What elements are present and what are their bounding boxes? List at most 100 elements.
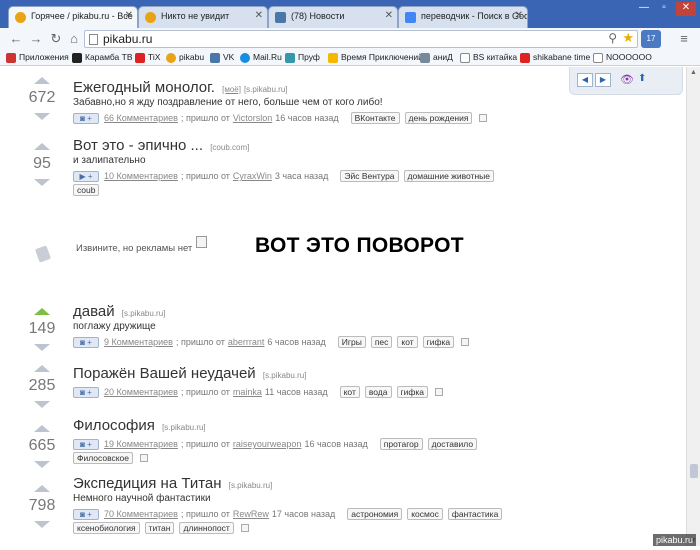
bookmark-pruf[interactable]: Пруф bbox=[285, 52, 320, 63]
tag[interactable]: день рождения bbox=[404, 112, 473, 124]
tag[interactable]: вода bbox=[364, 386, 392, 398]
author-link[interactable]: mainka bbox=[233, 387, 262, 397]
comments-link[interactable]: 20 Комментариев bbox=[104, 387, 178, 397]
back-icon[interactable]: ← bbox=[8, 31, 24, 47]
address-bar[interactable]: pikabu.ru ⚲ ★ bbox=[84, 30, 638, 48]
tag[interactable]: космос bbox=[407, 508, 443, 520]
downvote-icon[interactable] bbox=[34, 401, 50, 408]
tag[interactable]: домашние животные bbox=[403, 170, 494, 182]
bookmark-apps[interactable]: Приложения bbox=[6, 52, 69, 63]
post-title[interactable]: давай bbox=[73, 303, 115, 320]
tag[interactable]: ВКонтакте bbox=[350, 112, 400, 124]
scroll-up-icon[interactable]: ▲ bbox=[690, 69, 697, 76]
tag[interactable]: титан bbox=[144, 522, 175, 534]
close-icon[interactable]: ✕ bbox=[125, 10, 133, 21]
maximize-icon[interactable]: ▫ bbox=[654, 2, 674, 16]
upvote-icon[interactable] bbox=[34, 365, 50, 372]
camera-plus-icon[interactable]: ◙ + bbox=[73, 112, 99, 124]
search-icon[interactable]: ⚲ bbox=[608, 31, 617, 45]
close-icon[interactable]: ✕ bbox=[515, 10, 523, 21]
close-icon[interactable]: ✕ bbox=[385, 10, 393, 21]
upvote-icon[interactable] bbox=[34, 143, 50, 150]
downvote-icon[interactable] bbox=[34, 461, 50, 468]
save-icon[interactable] bbox=[140, 454, 149, 462]
minimize-icon[interactable]: — bbox=[634, 2, 654, 16]
tag[interactable]: астрономия bbox=[347, 508, 403, 520]
tag[interactable]: пес bbox=[370, 336, 393, 348]
scrollbar[interactable]: ▲ ▼ bbox=[686, 67, 700, 546]
tag[interactable]: Филосовское bbox=[73, 452, 134, 464]
author-link[interactable]: RewRew bbox=[233, 509, 269, 519]
author-link[interactable]: raiseyourweapon bbox=[233, 439, 302, 449]
save-icon[interactable] bbox=[479, 114, 488, 122]
tab-pikabu-hot[interactable]: Горячее / pikabu.ru - Все ✕ bbox=[8, 6, 138, 28]
upvote-icon[interactable] bbox=[34, 308, 50, 315]
tag[interactable]: кот bbox=[397, 336, 418, 348]
tag[interactable]: гифка bbox=[396, 386, 428, 398]
reload-icon[interactable]: ↻ bbox=[48, 31, 64, 47]
comments-link[interactable]: 19 Комментариев bbox=[104, 439, 178, 449]
tag[interactable]: фантастика bbox=[447, 508, 503, 520]
tag[interactable]: протагор bbox=[379, 438, 423, 450]
camera-plus-icon[interactable]: ◙ + bbox=[73, 438, 99, 450]
tag[interactable]: кот bbox=[339, 386, 360, 398]
upvote-icon[interactable] bbox=[34, 485, 50, 492]
comments-link[interactable]: 70 Комментариев bbox=[104, 509, 178, 519]
bookmark-pikabu[interactable]: pikabu bbox=[166, 52, 204, 63]
save-icon[interactable] bbox=[240, 524, 249, 532]
menu-icon[interactable]: ≡ bbox=[676, 31, 692, 47]
comments-link[interactable]: 66 Комментариев bbox=[104, 113, 178, 123]
upvote-icon[interactable] bbox=[34, 77, 50, 84]
camera-plus-icon[interactable]: ◙ + bbox=[73, 508, 99, 520]
prev-post-icon[interactable]: ◀ bbox=[577, 73, 593, 87]
tag[interactable]: ксенобиология bbox=[73, 522, 140, 534]
save-icon[interactable] bbox=[461, 338, 470, 346]
bookmark-vk[interactable]: VK bbox=[210, 52, 234, 63]
downvote-icon[interactable] bbox=[34, 344, 50, 351]
author-link[interactable]: Victorslon bbox=[233, 113, 272, 123]
upvote-icon[interactable] bbox=[34, 425, 50, 432]
bookmark-karamba[interactable]: Карамба ТВ bbox=[72, 52, 133, 63]
post-title[interactable]: Ежегодный монолог. bbox=[73, 79, 215, 96]
tab-nikto[interactable]: Никто не увидит ✕ bbox=[138, 6, 268, 28]
star-icon[interactable]: ★ bbox=[622, 30, 634, 46]
post-title[interactable]: Экспедиция на Титан bbox=[73, 475, 222, 492]
play-plus-icon[interactable]: ▶ + bbox=[73, 170, 99, 182]
extension-icon[interactable]: 17 bbox=[641, 30, 661, 48]
bookmark-shikabane[interactable]: shikabane time bbox=[520, 52, 590, 63]
tag[interactable]: Игры bbox=[337, 336, 366, 348]
downvote-icon[interactable] bbox=[34, 521, 50, 528]
scroll-top-icon[interactable]: ⬆ bbox=[638, 73, 646, 84]
post-title[interactable]: Вот это - эпично ... bbox=[73, 137, 203, 154]
author-link[interactable]: CyraxWin bbox=[233, 171, 272, 181]
tag[interactable]: гифка bbox=[422, 336, 455, 348]
tag[interactable]: доставило bbox=[427, 438, 478, 450]
camera-plus-icon[interactable]: ◙ + bbox=[73, 386, 99, 398]
close-window-icon[interactable]: ✕ bbox=[676, 2, 696, 16]
eye-icon[interactable]: 👁 bbox=[620, 73, 634, 86]
camera-plus-icon[interactable]: ◙ + bbox=[73, 336, 99, 348]
author-link[interactable]: aberrrant bbox=[228, 337, 265, 347]
tag[interactable]: длиннопост bbox=[179, 522, 234, 534]
tag[interactable]: coub bbox=[73, 184, 100, 196]
bookmark-bs-china[interactable]: BS китайка bbox=[460, 52, 517, 63]
comments-link[interactable]: 10 Комментариев bbox=[104, 171, 178, 181]
downvote-icon[interactable] bbox=[34, 179, 50, 186]
bookmark-adventure-time[interactable]: Время Приключений bbox=[328, 52, 423, 63]
tab-google-search[interactable]: переводчик - Поиск в Goo ✕ bbox=[398, 6, 528, 28]
tag[interactable]: Эйс Вентура bbox=[340, 170, 399, 182]
next-post-icon[interactable]: ▶ bbox=[595, 73, 611, 87]
post-title[interactable]: Поражён Вашей неудачей bbox=[73, 365, 256, 382]
save-icon[interactable] bbox=[434, 388, 443, 396]
tab-vk-news[interactable]: (78) Новости ✕ bbox=[268, 6, 398, 28]
bookmark-anid[interactable]: аниД bbox=[420, 52, 453, 63]
close-icon[interactable]: ✕ bbox=[255, 10, 263, 21]
downvote-icon[interactable] bbox=[34, 113, 50, 120]
bookmark-noooooo[interactable]: NOOOOOO bbox=[593, 52, 652, 63]
home-icon[interactable]: ⌂ bbox=[66, 31, 82, 47]
comments-link[interactable]: 9 Комментариев bbox=[104, 337, 173, 347]
forward-icon[interactable]: → bbox=[28, 31, 44, 47]
post-title[interactable]: Философия bbox=[73, 417, 155, 434]
bookmark-mailru[interactable]: Mail.Ru bbox=[240, 52, 282, 63]
scrollbar-thumb[interactable] bbox=[690, 464, 698, 478]
